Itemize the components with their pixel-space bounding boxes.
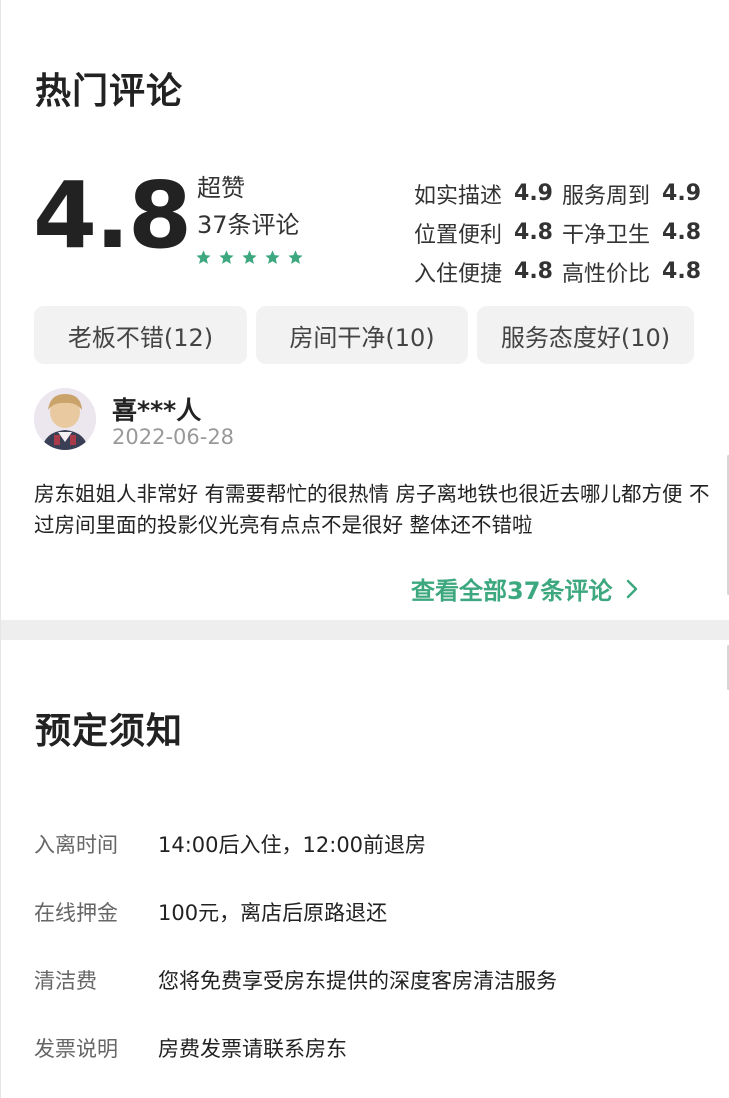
policy-label: 发票说明 — [34, 1037, 118, 1061]
chevron-right-icon — [627, 579, 638, 598]
sub-score-value: 4.8 — [514, 259, 553, 284]
policy-row: 在线押金 100元，离店后原路退还 — [34, 894, 704, 962]
sub-score-value: 4.9 — [662, 181, 702, 206]
sub-score-item: 如实描述 4.9 — [414, 178, 556, 210]
review-date: 2022-06-28 — [112, 425, 235, 449]
policy-row: 清洁费 您将免费享受房东提供的深度客房清洁服务 — [34, 962, 704, 1030]
star-icon — [196, 250, 211, 264]
star-icon — [242, 250, 257, 264]
sub-score-item: 位置便利 4.8 — [414, 217, 556, 249]
sub-score-value: 4.8 — [662, 220, 702, 245]
sub-score-item: 入住便捷 4.8 — [414, 256, 556, 288]
sub-score-label: 如实描述 — [414, 183, 503, 209]
avatar[interactable] — [34, 388, 96, 450]
policy-row: 发票说明 房费发票请联系房东 — [34, 1030, 704, 1098]
sub-score-label: 高性价比 — [562, 261, 651, 287]
sub-score-item: 高性价比 4.8 — [562, 256, 704, 288]
see-all-reviews-link[interactable]: 查看全部37条评论 — [411, 571, 638, 606]
section-divider — [1, 620, 729, 640]
review-tags: 老板不错(12) 房间干净(10) 服务态度好(10) — [34, 306, 694, 364]
sub-score-row: 位置便利 4.8 干净卫生 4.8 — [414, 213, 704, 252]
sub-score-value: 4.9 — [514, 181, 553, 206]
listing-detail-page: 热门评论 4.8 超赞 37条评论 如实描述 4.9 服务周到 4.9 位置便利… — [0, 0, 729, 1098]
reviewer-name: 喜***人 — [112, 396, 202, 425]
sub-score-row: 入住便捷 4.8 高性价比 4.8 — [414, 252, 704, 291]
booking-policy-list: 入离时间 14:00后入住，12:00前退房 在线押金 100元，离店后原路退还… — [34, 826, 704, 1098]
policy-label: 在线押金 — [34, 901, 118, 925]
sub-score-label: 干净卫生 — [562, 222, 651, 248]
policy-value: 14:00后入住，12:00前退房 — [158, 833, 427, 857]
policy-row: 入离时间 14:00后入住，12:00前退房 — [34, 826, 704, 894]
user-avatar-icon — [34, 388, 96, 450]
review-tag[interactable]: 老板不错(12) — [34, 306, 247, 364]
star-icon — [265, 250, 280, 264]
star-rating — [195, 249, 304, 266]
overall-score: 4.8 — [33, 162, 192, 269]
review-text: 房东姐姐人非常好 有需要帮忙的很热情 房子离地铁也很近去哪儿都方便 不过房间里面… — [34, 482, 710, 537]
sub-score-label: 服务周到 — [562, 183, 651, 209]
policy-value: 房费发票请联系房东 — [158, 1037, 347, 1061]
policy-label: 清洁费 — [34, 969, 97, 993]
booking-section-title: 预定须知 — [35, 711, 184, 752]
sub-score-value: 4.8 — [514, 220, 553, 245]
star-icon — [219, 250, 234, 264]
sub-score-label: 入住便捷 — [414, 261, 503, 287]
see-all-label: 查看全部37条评论 — [411, 577, 613, 605]
sub-score-item: 服务周到 4.9 — [562, 178, 704, 210]
star-icon — [288, 250, 303, 264]
policy-value: 您将免费享受房东提供的深度客房清洁服务 — [158, 969, 557, 993]
sub-score-item: 干净卫生 4.8 — [562, 217, 704, 249]
review-tag[interactable]: 房间干净(10) — [256, 306, 468, 364]
sub-scores: 如实描述 4.9 服务周到 4.9 位置便利 4.8 干净卫生 4.8 入住便捷… — [414, 174, 704, 291]
review-count: 37条评论 — [197, 211, 300, 239]
sub-score-label: 位置便利 — [414, 222, 503, 248]
score-word: 超赞 — [197, 174, 245, 202]
reviews-section-title: 热门评论 — [35, 71, 184, 112]
policy-label: 入离时间 — [34, 833, 118, 857]
review-tag[interactable]: 服务态度好(10) — [477, 306, 694, 364]
sub-score-row: 如实描述 4.9 服务周到 4.9 — [414, 174, 704, 213]
policy-value: 100元，离店后原路退还 — [158, 901, 388, 925]
sub-score-value: 4.8 — [662, 259, 702, 284]
